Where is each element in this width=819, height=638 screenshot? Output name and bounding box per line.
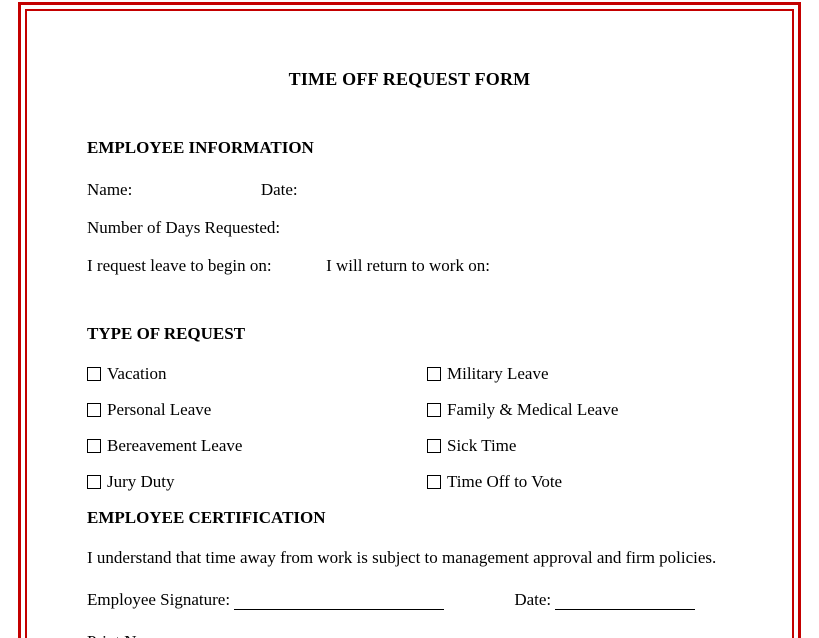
option-family-medical[interactable]: Family & Medical Leave [427, 400, 618, 420]
employee-info-heading: EMPLOYEE INFORMATION [87, 138, 732, 158]
type-row: Bereavement Leave Sick Time [87, 436, 732, 456]
type-row: Jury Duty Time Off to Vote [87, 472, 732, 492]
checkbox-icon[interactable] [427, 475, 441, 489]
option-label: Sick Time [447, 436, 516, 456]
inner-border: TIME OFF REQUEST FORM EMPLOYEE INFORMATI… [25, 9, 794, 638]
type-grid: Vacation Military Leave Personal Leave F… [87, 364, 732, 492]
option-label: Time Off to Vote [447, 472, 562, 492]
option-vote[interactable]: Time Off to Vote [427, 472, 562, 492]
type-row: Personal Leave Family & Medical Leave [87, 400, 732, 420]
option-label: Military Leave [447, 364, 549, 384]
option-military[interactable]: Military Leave [427, 364, 549, 384]
leave-begin-label: I request leave to begin on: [87, 256, 272, 275]
leave-return-row: I request leave to begin on: I will retu… [87, 256, 732, 276]
option-bereavement[interactable]: Bereavement Leave [87, 436, 427, 456]
form-title: TIME OFF REQUEST FORM [87, 69, 732, 90]
checkbox-icon[interactable] [427, 367, 441, 381]
option-label: Jury Duty [107, 472, 175, 492]
form-page: TIME OFF REQUEST FORM EMPLOYEE INFORMATI… [0, 0, 819, 638]
type-row: Vacation Military Leave [87, 364, 732, 384]
date-line[interactable] [555, 595, 695, 610]
checkbox-icon[interactable] [427, 439, 441, 453]
signature-row: Employee Signature: Date: [87, 590, 732, 610]
signature-date-label: Date: [514, 590, 551, 610]
certification-text: I understand that time away from work is… [87, 548, 732, 568]
checkbox-icon[interactable] [87, 439, 101, 453]
print-name-row: Print Name: [87, 632, 732, 638]
option-vacation[interactable]: Vacation [87, 364, 427, 384]
checkbox-icon[interactable] [87, 403, 101, 417]
type-of-request-heading: TYPE OF REQUEST [87, 324, 732, 344]
checkbox-icon[interactable] [427, 403, 441, 417]
date-label: Date: [261, 180, 298, 199]
option-sick[interactable]: Sick Time [427, 436, 516, 456]
name-label: Name: [87, 180, 132, 199]
signature-label: Employee Signature: [87, 590, 230, 610]
name-date-row: Name: Date: [87, 180, 732, 200]
print-name-label: Print Name: [87, 632, 170, 638]
option-label: Family & Medical Leave [447, 400, 618, 420]
days-requested-label: Number of Days Requested: [87, 218, 280, 237]
option-label: Personal Leave [107, 400, 211, 420]
option-jury[interactable]: Jury Duty [87, 472, 427, 492]
days-requested-row: Number of Days Requested: [87, 218, 732, 238]
option-label: Vacation [107, 364, 166, 384]
signature-line[interactable] [234, 595, 444, 610]
checkbox-icon[interactable] [87, 367, 101, 381]
option-label: Bereavement Leave [107, 436, 242, 456]
checkbox-icon[interactable] [87, 475, 101, 489]
certification-heading: EMPLOYEE CERTIFICATION [87, 508, 732, 528]
option-personal[interactable]: Personal Leave [87, 400, 427, 420]
return-label: I will return to work on: [326, 256, 490, 275]
